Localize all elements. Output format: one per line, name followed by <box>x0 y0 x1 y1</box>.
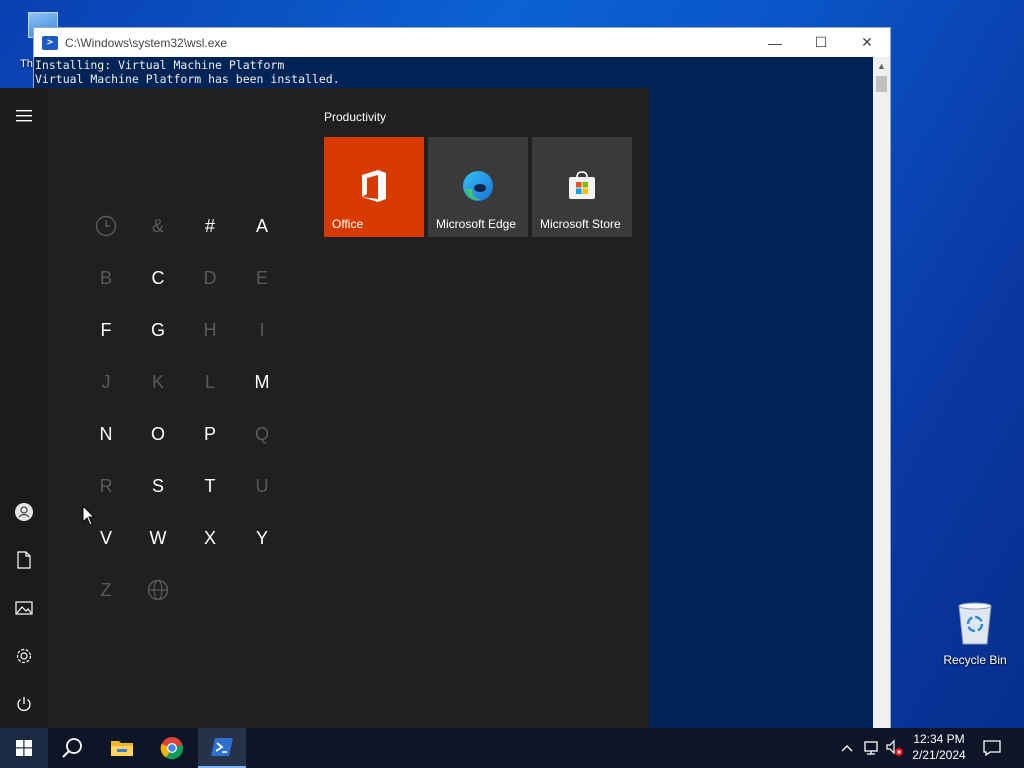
recycle-bin-icon <box>958 602 992 645</box>
jump-letter: K <box>151 371 164 392</box>
jump-letter[interactable]: G <box>132 304 184 356</box>
jump-letter: B <box>99 267 112 288</box>
start-menu: & # A B C D E F G H I J K L M N O P Q R S T U V W X Y Z Productivit… <box>0 88 649 728</box>
user-icon <box>15 503 33 521</box>
jump-letter[interactable]: C <box>132 252 184 304</box>
scroll-up-icon[interactable]: ▲ <box>873 57 890 74</box>
jump-letter: D <box>203 267 217 288</box>
expand-menu-button[interactable] <box>0 96 48 136</box>
power-icon <box>17 697 31 711</box>
show-hidden-icons-button[interactable] <box>837 738 857 758</box>
minimize-button[interactable]: — <box>752 28 798 57</box>
jump-letter[interactable]: Y <box>236 512 288 564</box>
taskbar-chrome[interactable] <box>148 728 196 768</box>
tile-microsoft-store[interactable]: Microsoft Store <box>532 137 632 237</box>
chevron-up-icon <box>841 745 853 752</box>
taskbar-file-explorer[interactable] <box>98 728 146 768</box>
clock-time: 12:34 PM <box>913 732 965 746</box>
settings-icon <box>16 648 32 664</box>
network-status-button[interactable] <box>861 738 881 758</box>
desktop-icon-label: Th <box>20 58 33 70</box>
taskbar: 12:34 PM 2/21/2024 <box>0 728 1024 768</box>
search-icon <box>62 738 82 758</box>
recycle-bin-label: Recycle Bin <box>943 653 1007 667</box>
jump-letter[interactable]: O <box>132 408 184 460</box>
powershell-icon: > <box>42 35 58 50</box>
action-center-button[interactable] <box>982 738 1002 758</box>
jump-letter[interactable]: X <box>184 512 236 564</box>
jump-letter: Z <box>100 579 112 600</box>
file-explorer-icon <box>111 741 133 756</box>
pictures-button[interactable] <box>0 588 48 628</box>
jump-recent <box>80 200 132 252</box>
documents-button[interactable] <box>0 540 48 580</box>
jump-letter[interactable]: P <box>184 408 236 460</box>
jump-letter[interactable]: F <box>80 304 132 356</box>
jump-letter: & <box>151 215 164 236</box>
volume-button[interactable] <box>885 738 905 758</box>
terminal-line: Virtual Machine Platform has been instal… <box>35 72 340 86</box>
jump-letter: I <box>259 319 265 340</box>
jump-letter: U <box>255 475 269 496</box>
jump-letter[interactable]: N <box>80 408 132 460</box>
jump-letter: H <box>203 319 217 340</box>
terminal-titlebar[interactable]: > C:\Windows\system32\wsl.exe — ☐ ✕ <box>34 28 890 57</box>
taskbar-clock[interactable]: 12:34 PM 2/21/2024 <box>904 731 974 763</box>
window-title: C:\Windows\system32\wsl.exe <box>65 35 228 50</box>
tile-office[interactable]: Office <box>324 137 424 237</box>
store-icon <box>569 171 595 199</box>
terminal-line: Installing: Virtual Machine Platform <box>35 58 285 72</box>
jump-letter: E <box>255 267 268 288</box>
jump-letter[interactable]: W <box>132 512 184 564</box>
tile-label: Microsoft Store <box>540 217 621 231</box>
office-icon <box>362 170 386 202</box>
jump-letter[interactable]: A <box>236 200 288 252</box>
start-button[interactable] <box>0 728 48 768</box>
settings-button[interactable] <box>0 636 48 676</box>
pictures-icon <box>15 601 33 615</box>
volume-muted-icon <box>886 739 903 756</box>
taskbar-search-button[interactable] <box>48 728 96 768</box>
jump-letter: Q <box>254 423 269 444</box>
edge-icon <box>463 171 493 201</box>
jump-letter[interactable]: M <box>236 356 288 408</box>
jump-letter[interactable]: T <box>184 460 236 512</box>
chrome-icon <box>160 737 184 760</box>
taskbar-powershell[interactable] <box>198 728 246 768</box>
maximize-button[interactable]: ☐ <box>798 28 844 57</box>
close-button[interactable]: ✕ <box>844 28 890 57</box>
globe-icon <box>147 579 169 601</box>
scroll-thumb[interactable] <box>876 76 887 92</box>
vertical-scrollbar[interactable]: ▲ <box>873 57 890 729</box>
clock-date: 2/21/2024 <box>912 748 966 762</box>
powershell-icon <box>211 738 233 756</box>
start-menu-rail <box>0 88 48 728</box>
tile-microsoft-edge[interactable]: Microsoft Edge <box>428 137 528 237</box>
jump-letter[interactable]: # <box>184 200 236 252</box>
hamburger-icon <box>16 110 32 122</box>
documents-icon <box>17 551 31 569</box>
desktop-icon-recycle-bin[interactable]: Recycle Bin <box>940 600 1010 667</box>
jump-letter: L <box>204 371 215 392</box>
jump-letter[interactable]: S <box>132 460 184 512</box>
jump-letter: J <box>101 371 111 392</box>
power-button[interactable] <box>0 684 48 724</box>
tile-label: Microsoft Edge <box>436 217 517 231</box>
notification-icon <box>983 740 1001 757</box>
jump-other-languages <box>132 564 184 616</box>
network-icon <box>864 741 878 755</box>
user-account-button[interactable] <box>0 492 48 532</box>
tile-label: Office <box>332 217 364 231</box>
clock-icon <box>95 215 117 237</box>
mouse-cursor-icon <box>82 505 96 526</box>
tile-group-title: Productivity <box>324 110 387 124</box>
windows-logo-icon <box>16 740 32 756</box>
